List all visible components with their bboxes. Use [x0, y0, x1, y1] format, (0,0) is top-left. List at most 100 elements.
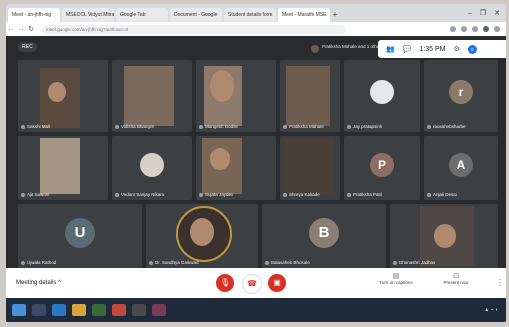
- participant-name: Vidisha Bhangre: [115, 124, 154, 129]
- close-button[interactable]: ✕: [494, 9, 500, 17]
- participant-avatar: P: [370, 152, 394, 177]
- meeting-details-button[interactable]: Meeting details ^: [16, 280, 61, 286]
- participant-avatar: B: [309, 217, 339, 248]
- extensions: [450, 26, 506, 32]
- participant-tile[interactable]: Sujata Jaydev: [196, 136, 276, 200]
- app-icon[interactable]: [132, 304, 146, 316]
- participant-avatar: U: [65, 217, 95, 248]
- participant-name: Anjali Desai: [427, 192, 457, 197]
- people-icon[interactable]: 👥: [386, 45, 395, 53]
- browser-tab[interactable]: Meet - Marathi MSE: [278, 8, 330, 22]
- forward-arrow-icon[interactable]: →: [16, 26, 26, 33]
- clock: 1:35 PM: [419, 45, 446, 53]
- participant-tile[interactable]: U Ujwala Rathod: [18, 204, 142, 268]
- browser-tab[interactable]: Document - Google: [170, 8, 222, 22]
- screen: Meet - an-jhfh-nig MSEDCL Vidyut Mitra G…: [6, 4, 506, 322]
- participant-tile[interactable]: Vedant Sanjay Nikam: [112, 136, 192, 200]
- participant-name: Dhanashri Jadhav: [393, 260, 435, 265]
- app-icon[interactable]: [152, 304, 166, 316]
- participant-tile[interactable]: Pratiksha Mahale: [280, 60, 340, 132]
- window-controls: – ❐ ✕: [468, 4, 506, 22]
- participant-face: [210, 148, 230, 170]
- participant-tile[interactable]: B Balasaheb Bhosale: [262, 204, 386, 268]
- meet-top-bar: 👥 💬 1:35 PM ⚙ S: [378, 40, 506, 58]
- participant-name: Sakshi Mali: [21, 124, 50, 129]
- camera-off-button[interactable]: ▣: [268, 274, 286, 292]
- browser-tab[interactable]: Meet - an-jhfh-nig: [8, 8, 60, 22]
- app-icon[interactable]: [112, 304, 126, 316]
- captions-button[interactable]: ▤ Turn on captions: [376, 272, 416, 285]
- chat-icon[interactable]: 💬: [403, 45, 412, 53]
- browser-tab[interactable]: Google Tab: [116, 8, 168, 22]
- hang-up-button[interactable]: ☎: [242, 274, 262, 294]
- participant-avatar: [140, 152, 164, 177]
- new-tab-button[interactable]: +: [330, 8, 340, 22]
- user-avatar[interactable]: S: [467, 44, 477, 54]
- present-now-button[interactable]: ⊡ Present now: [436, 272, 476, 285]
- more-options-icon[interactable]: ⋮: [496, 278, 504, 287]
- participant-face: [210, 70, 234, 102]
- participant-face: [190, 218, 214, 246]
- participant-name: Vedant Sanjay Nikam: [115, 192, 164, 197]
- participant-video: [286, 66, 330, 126]
- participant-tile[interactable]: Ajit Sawant: [18, 136, 108, 200]
- participant-name: Mangesh Godse: [199, 124, 238, 129]
- participant-name: Dr. Sandhya Gaikwad: [149, 260, 199, 265]
- star-icon[interactable]: [450, 26, 456, 32]
- participant-video: [40, 138, 80, 194]
- os-taskbar: ▲ ⌁ ◖: [6, 298, 506, 322]
- participant-tile[interactable]: Shreya Kakade: [280, 136, 340, 200]
- participant-tile[interactable]: Dhanashri Jadhav: [390, 204, 498, 268]
- participant-name: Pratiksha Mahale: [283, 124, 324, 129]
- participant-name: Shreya Kakade: [283, 192, 320, 197]
- folder-icon[interactable]: [72, 304, 86, 316]
- participant-name: Sujata Jaydev: [199, 192, 233, 197]
- extension-icon[interactable]: [461, 26, 467, 32]
- participant-avatar: [370, 80, 394, 105]
- present-icon: ⊡: [453, 273, 459, 280]
- search-icon[interactable]: [32, 304, 46, 316]
- app-icon[interactable]: [92, 304, 106, 316]
- participant-tile[interactable]: Jay pratapsinh: [344, 60, 420, 132]
- meet-bottom-bar: Meeting details ^ 🎙 ☎ ▣ ▤ Turn on caption…: [6, 268, 506, 298]
- participant-tile[interactable]: Sakshi Mali: [18, 60, 108, 132]
- participant-name: Pratiksha Patil: [347, 192, 382, 197]
- minimize-button[interactable]: –: [468, 10, 472, 17]
- participant-grid: Sakshi Mali Vidisha Bhangre Mangesh Gods…: [18, 60, 498, 268]
- participant-tile[interactable]: Dr. Sandhya Gaikwad: [146, 204, 258, 268]
- maximize-button[interactable]: ❐: [480, 9, 486, 17]
- back-arrow-icon[interactable]: ←: [6, 26, 16, 33]
- participant-video: [124, 66, 174, 126]
- extension-icon[interactable]: [472, 26, 478, 32]
- system-tray: ▲ ⌁ ◖: [484, 307, 498, 313]
- profile-icon[interactable]: [483, 26, 489, 32]
- participant-name: Ujwala Rathod: [21, 260, 56, 265]
- participant-name: Balasaheb Bhosale: [265, 260, 310, 265]
- browser-tab[interactable]: MSEDCL Vidyut Mitra: [62, 8, 114, 22]
- menu-icon[interactable]: [494, 26, 500, 32]
- captions-icon: ▤: [392, 273, 400, 280]
- participant-tile[interactable]: A Anjali Desai: [424, 136, 498, 200]
- mic-off-button[interactable]: 🎙: [216, 274, 234, 292]
- participant-avatar: A: [449, 152, 473, 177]
- settings-icon[interactable]: ⚙: [454, 45, 460, 53]
- participant-face: [48, 82, 66, 102]
- participant-video: [284, 138, 334, 194]
- start-icon[interactable]: [12, 304, 26, 316]
- participant-name: raosahebsharbe: [427, 124, 466, 129]
- participant-avatar: r: [449, 80, 473, 105]
- meet-header: REC Pratiksha Mahale and 1 others 👥 💬 1:…: [6, 36, 506, 58]
- participant-tile[interactable]: Mangesh Godse: [196, 60, 276, 132]
- browser-tab[interactable]: Student details form: [224, 8, 276, 22]
- reload-icon[interactable]: ↻: [26, 25, 36, 33]
- browser-tab-bar: Meet - an-jhfh-nig MSEDCL Vidyut Mitra G…: [6, 4, 506, 22]
- presenter-avatar: [311, 45, 319, 53]
- participant-tile[interactable]: r raosahebsharbe: [424, 60, 498, 132]
- participant-tile[interactable]: P Pratiksha Patil: [344, 136, 420, 200]
- participant-face: [434, 224, 456, 248]
- participant-name: Ajit Sawant: [21, 192, 50, 197]
- address-bar-row: ← → ↻ meet.google.com/an-jhfh-nig?authus…: [6, 22, 506, 36]
- edge-icon[interactable]: [52, 304, 66, 316]
- participant-tile[interactable]: Vidisha Bhangre: [112, 60, 192, 132]
- url-field[interactable]: meet.google.com/an-jhfh-nig?authuser=0: [42, 24, 346, 34]
